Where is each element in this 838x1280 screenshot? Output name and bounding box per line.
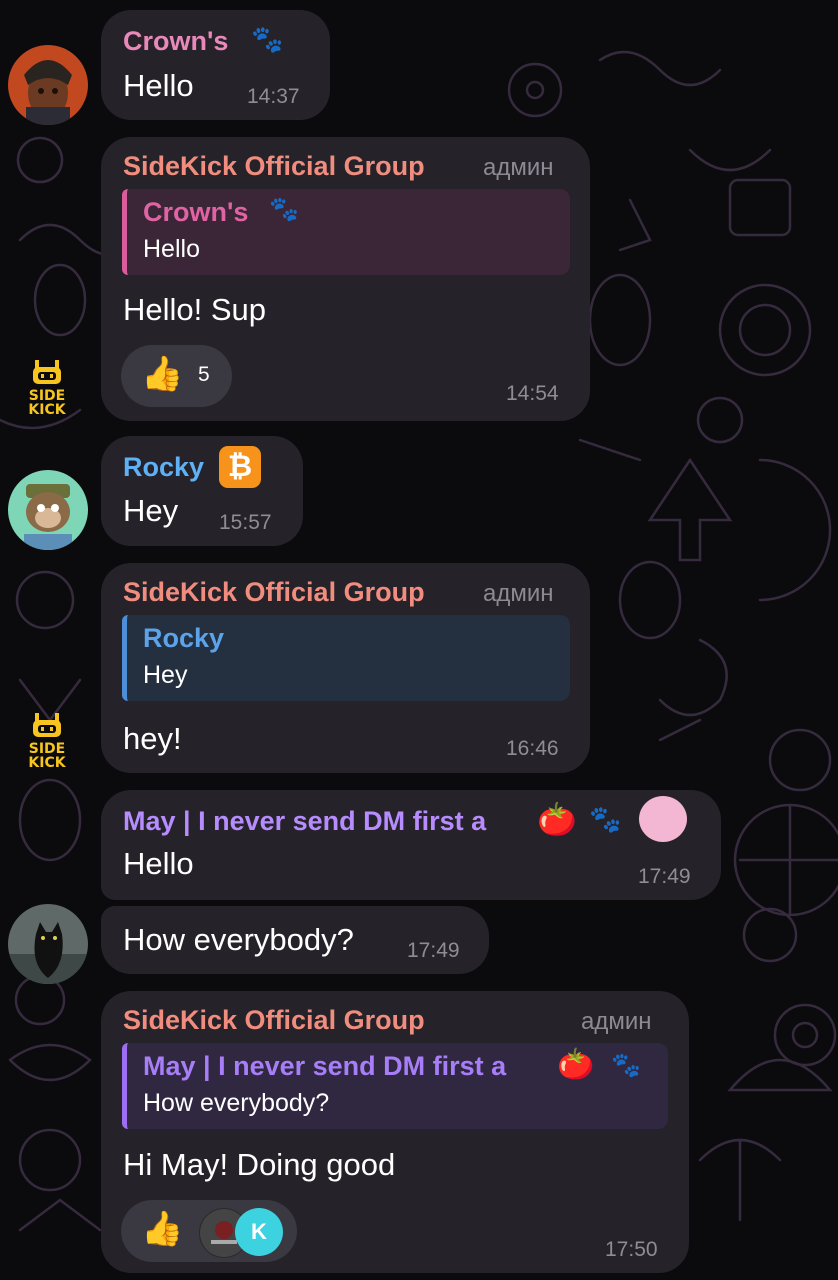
message-time: 16:46 bbox=[506, 737, 559, 760]
reply-quote[interactable]: May | I never send DM first a 🍅 🐾 How ev… bbox=[122, 1043, 668, 1129]
message-text: Hello bbox=[123, 846, 194, 881]
message-time: 14:54 bbox=[506, 382, 559, 405]
sender-name[interactable]: May | I never send DM first a bbox=[123, 806, 486, 837]
message-text: hey! bbox=[123, 721, 182, 756]
paw-icon: 🐾 bbox=[611, 1052, 641, 1079]
avatar-crown[interactable] bbox=[8, 45, 88, 125]
reaction-thumbs-up[interactable]: 👍 K bbox=[121, 1200, 297, 1262]
sidekick-logo-avatar[interactable]: SIDE KICK bbox=[18, 358, 76, 418]
message-text: Hi May! Doing good bbox=[123, 1147, 396, 1182]
tomato-icon: 🍅 bbox=[557, 1048, 595, 1081]
paw-icon: 🐾 bbox=[269, 196, 299, 223]
message-text: Hey bbox=[123, 493, 179, 528]
message-time: 14:37 bbox=[247, 85, 300, 108]
thumbs-up-icon: 👍 bbox=[141, 1210, 184, 1248]
reply-quote[interactable]: Crown's 🐾 Hello bbox=[122, 189, 570, 275]
reply-sender: Rocky bbox=[143, 623, 225, 653]
message-bubble[interactable]: SideKick Official Group админ May | I ne… bbox=[101, 991, 689, 1273]
reaction-count: 5 bbox=[198, 363, 210, 386]
message-text: Hello! Sup bbox=[123, 292, 267, 327]
admin-badge: админ bbox=[483, 580, 554, 607]
message-time: 15:57 bbox=[219, 511, 272, 534]
sender-name[interactable]: Rocky bbox=[123, 452, 204, 483]
cat-sticker-icon bbox=[639, 796, 687, 842]
message-bubble[interactable]: Rocky ₿ Hey 15:57 bbox=[101, 436, 303, 546]
message-bubble[interactable]: SideKick Official Group админ Rocky Hey … bbox=[101, 563, 590, 773]
sender-name[interactable]: SideKick Official Group bbox=[123, 151, 425, 182]
message-bubble[interactable]: How everybody? 17:49 bbox=[101, 906, 489, 974]
message-bubble[interactable]: May | I never send DM first a 🍅 🐾 Hello … bbox=[101, 790, 721, 900]
message-bubble[interactable]: SideKick Official Group админ Crown's 🐾 … bbox=[101, 137, 590, 421]
message-bubble[interactable]: Crown's 🐾 Hello 14:37 bbox=[101, 10, 330, 120]
thumbs-up-icon: 👍 bbox=[141, 355, 184, 393]
sender-name[interactable]: Crown's bbox=[123, 26, 228, 57]
admin-badge: админ bbox=[581, 1008, 652, 1035]
message-text: How everybody? bbox=[123, 922, 354, 957]
message-time: 17:49 bbox=[638, 865, 691, 888]
sender-name[interactable]: SideKick Official Group bbox=[123, 577, 425, 608]
reply-text: How everybody? bbox=[143, 1089, 330, 1117]
admin-badge: админ bbox=[483, 154, 554, 181]
svg-text:KICK: KICK bbox=[28, 402, 66, 416]
reply-quote[interactable]: Rocky Hey bbox=[122, 615, 570, 701]
tomato-icon: 🍅 bbox=[537, 801, 577, 837]
reply-sender: Crown's bbox=[143, 197, 249, 227]
message-text: Hello bbox=[123, 68, 194, 103]
avatar-may[interactable] bbox=[8, 904, 88, 984]
avatar-rocky[interactable] bbox=[8, 470, 88, 550]
sender-name[interactable]: SideKick Official Group bbox=[123, 1005, 425, 1036]
svg-text:KICK: KICK bbox=[28, 755, 66, 769]
bitcoin-icon: ₿ bbox=[219, 446, 261, 488]
sidekick-logo-avatar[interactable]: SIDE KICK bbox=[18, 711, 76, 771]
reply-text: Hello bbox=[143, 235, 200, 263]
paw-icon: 🐾 bbox=[589, 804, 622, 834]
paw-icon: 🐾 bbox=[251, 24, 284, 54]
message-time: 17:49 bbox=[407, 939, 460, 962]
reply-text: Hey bbox=[143, 661, 188, 689]
reaction-thumbs-up[interactable]: 👍 5 bbox=[121, 345, 232, 407]
message-time: 17:50 bbox=[605, 1238, 658, 1261]
reply-sender: May | I never send DM first a bbox=[143, 1051, 507, 1081]
reactor-avatar-k: K bbox=[235, 1208, 283, 1256]
